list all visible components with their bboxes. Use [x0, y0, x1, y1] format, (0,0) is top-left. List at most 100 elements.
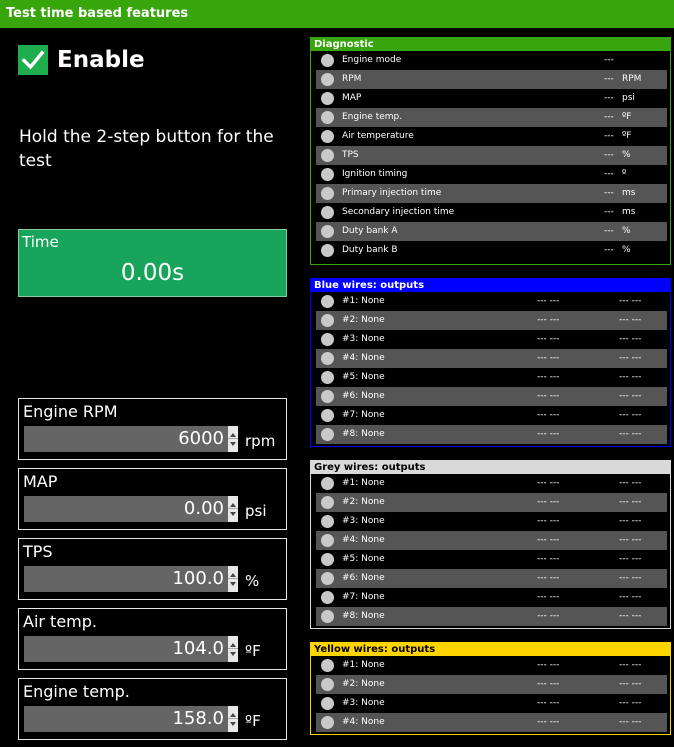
spin-up-icon[interactable]	[230, 643, 236, 647]
status-led-icon	[321, 168, 334, 181]
output-value-a: --- ---	[537, 296, 560, 306]
output-value-a: --- ---	[537, 372, 560, 382]
output-value-a: --- ---	[537, 611, 560, 621]
spin-down-icon[interactable]	[230, 722, 236, 726]
status-led-icon	[321, 553, 334, 566]
output-row: #4: None --- --- --- ---	[316, 713, 667, 732]
spin-up-icon[interactable]	[230, 713, 236, 717]
engine-rpm-unit: rpm	[245, 432, 276, 450]
output-value-a: --- ---	[537, 353, 560, 363]
output-row: #1: None --- --- --- ---	[316, 474, 667, 493]
enable-toggle[interactable]: Enable	[18, 45, 145, 75]
engine-rpm-group: Engine RPM 6000 rpm	[18, 398, 287, 460]
output-label: #1: None	[342, 478, 385, 488]
output-row: #1: None --- --- --- ---	[316, 292, 667, 311]
spin-down-icon[interactable]	[230, 512, 236, 516]
diagnostic-row: Secondary injection time --- ms	[316, 203, 667, 222]
tps-unit: %	[245, 572, 260, 590]
diagnostic-label: Engine temp.	[342, 112, 403, 122]
diagnostic-row: TPS ---%	[316, 146, 667, 165]
engine-rpm-input[interactable]: 6000	[24, 426, 228, 452]
diagnostic-value: ---	[604, 169, 614, 179]
blue-wires-rows: #1: None --- --- --- --- #2: None --- --- ---…	[311, 292, 670, 446]
enable-checkbox[interactable]	[18, 45, 48, 75]
map-unit: psi	[245, 502, 267, 520]
output-label: #4: None	[342, 535, 385, 545]
spin-up-icon[interactable]	[230, 433, 236, 437]
diagnostic-value: ---	[604, 131, 614, 141]
status-led-icon	[321, 92, 334, 105]
engine-temp-value: 158.0	[172, 708, 224, 729]
output-value-a: --- ---	[537, 554, 560, 564]
map-input[interactable]: 0.00	[24, 496, 228, 522]
output-label: #6: None	[342, 391, 385, 401]
output-value-a: --- ---	[537, 679, 560, 689]
air-temp-spinner[interactable]	[228, 636, 238, 662]
diagnostic-row: RPM --- RPM	[316, 70, 667, 89]
output-value-a: --- ---	[537, 573, 560, 583]
engine-temp-input[interactable]: 158.0	[24, 706, 228, 732]
spin-down-icon[interactable]	[230, 582, 236, 586]
yellow-wires-rows: #1: None --- --- --- --- #2: None --- --- ---…	[311, 656, 670, 734]
engine-temp-spinner[interactable]	[228, 706, 238, 732]
output-row: #6: None --- --- --- ---	[316, 569, 667, 588]
tps-spinner[interactable]	[228, 566, 238, 592]
spin-up-icon[interactable]	[230, 573, 236, 577]
status-led-icon	[321, 428, 334, 441]
output-label: #7: None	[342, 592, 385, 602]
output-value-b: --- ---	[619, 372, 642, 382]
engine-temp-group: Engine temp. 158.0 ºF	[18, 678, 287, 740]
diagnostic-unit: %	[622, 245, 631, 255]
output-row: #4: None --- --- --- ---	[316, 349, 667, 368]
diagnostic-label: Primary injection time	[342, 188, 442, 198]
status-led-icon	[321, 73, 334, 86]
output-label: #2: None	[342, 315, 385, 325]
engine-rpm-value: 6000	[178, 428, 224, 449]
spin-down-icon[interactable]	[230, 652, 236, 656]
diagnostic-unit: ºF	[622, 112, 632, 122]
map-spinner[interactable]	[228, 496, 238, 522]
diagnostic-row: Engine temp. --- ºF	[316, 108, 667, 127]
spin-up-icon[interactable]	[230, 503, 236, 507]
status-led-icon	[321, 716, 334, 729]
output-row: #5: None --- --- --- ---	[316, 368, 667, 387]
window-title: Test time based features	[6, 6, 189, 21]
output-value-b: --- ---	[619, 478, 642, 488]
output-value-a: --- ---	[537, 660, 560, 670]
diagnostic-label: Duty bank A	[342, 226, 398, 236]
diagnostic-label: TPS	[342, 150, 359, 160]
air-temp-value: 104.0	[172, 638, 224, 659]
output-row: #3: None --- --- --- ---	[316, 694, 667, 713]
tps-input[interactable]: 100.0	[24, 566, 228, 592]
grey-wires-panel: Grey wires: outputs #1: None --- --- --- -…	[310, 460, 671, 629]
engine-rpm-label: Engine RPM	[23, 402, 118, 421]
grey-wires-header: Grey wires: outputs	[311, 461, 670, 474]
output-value-a: --- ---	[537, 315, 560, 325]
blue-wires-header: Blue wires: outputs	[311, 279, 670, 292]
output-label: #6: None	[342, 573, 385, 583]
output-value-a: --- ---	[537, 429, 560, 439]
diagnostic-label: RPM	[342, 74, 362, 84]
spin-down-icon[interactable]	[230, 442, 236, 446]
output-value-b: --- ---	[619, 353, 642, 363]
output-value-a: --- ---	[537, 391, 560, 401]
diagnostic-rows: Engine mode --- RPM --- RPM MAP --- psi Engine t…	[311, 51, 670, 264]
diagnostic-unit: ms	[622, 188, 636, 198]
status-led-icon	[321, 111, 334, 124]
diagnostic-row: Engine mode ---	[316, 51, 667, 70]
air-temp-input[interactable]: 104.0	[24, 636, 228, 662]
blue-wires-panel: Blue wires: outputs #1: None --- --- --- -…	[310, 278, 671, 447]
status-led-icon	[321, 515, 334, 528]
air-temp-unit: ºF	[245, 642, 261, 660]
status-led-icon	[321, 697, 334, 710]
output-row: #8: None --- --- --- ---	[316, 425, 667, 444]
diagnostic-value: ---	[604, 112, 614, 122]
status-led-icon	[321, 610, 334, 623]
status-led-icon	[321, 477, 334, 490]
output-value-a: --- ---	[537, 516, 560, 526]
output-label: #3: None	[342, 516, 385, 526]
engine-rpm-spinner[interactable]	[228, 426, 238, 452]
output-row: #1: None --- --- --- ---	[316, 656, 667, 675]
tps-group: TPS 100.0 %	[18, 538, 287, 600]
output-label: #8: None	[342, 429, 385, 439]
